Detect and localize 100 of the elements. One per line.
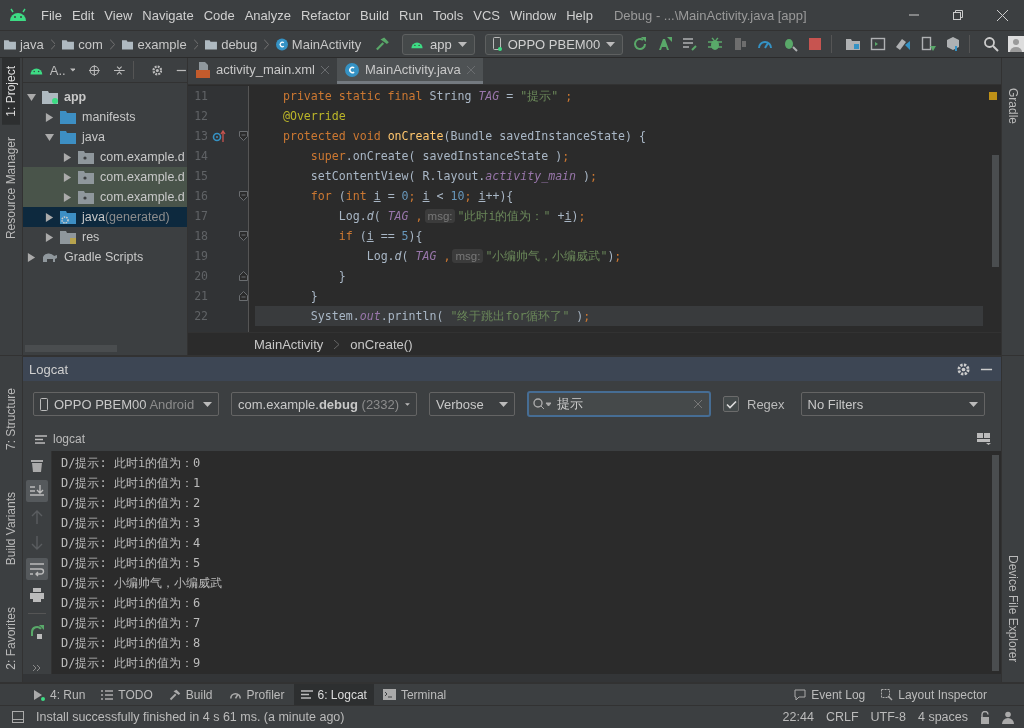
menu-item[interactable]: Refactor bbox=[295, 7, 356, 23]
tool-window-button[interactable]: 6: Logcat bbox=[293, 684, 374, 705]
tool-window-tab[interactable]: 1: Project bbox=[2, 58, 20, 125]
breadcrumb-item[interactable]: MainActivity bbox=[254, 336, 324, 352]
print-icon[interactable] bbox=[29, 587, 45, 603]
search-field[interactable]: 提示 bbox=[527, 391, 711, 417]
status-item[interactable]: CRLF bbox=[825, 710, 859, 724]
tool-window-tab[interactable]: 7: Structure bbox=[2, 380, 20, 459]
tree-item[interactable]: res bbox=[23, 227, 187, 247]
menu-item[interactable]: Edit bbox=[66, 7, 100, 23]
panel-toggle-icon[interactable] bbox=[12, 711, 24, 723]
menu-item[interactable]: VCS bbox=[468, 7, 505, 23]
tree-item[interactable]: manifests bbox=[23, 107, 187, 127]
target-icon[interactable] bbox=[89, 63, 101, 77]
apply-changes-icon[interactable] bbox=[657, 36, 674, 52]
fold-icon[interactable] bbox=[239, 291, 248, 301]
rerun-icon[interactable] bbox=[632, 36, 649, 52]
view-selector[interactable]: A.. bbox=[49, 62, 66, 78]
tool-window-button[interactable]: 4: Run bbox=[26, 684, 93, 705]
scroll-to-end-button[interactable] bbox=[26, 480, 48, 502]
menu-item[interactable]: File bbox=[36, 7, 67, 23]
collapsed-arrow-icon[interactable] bbox=[45, 232, 54, 242]
menu-item[interactable]: Window bbox=[504, 7, 562, 23]
fold-icon[interactable] bbox=[239, 231, 248, 241]
collapsed-arrow-icon[interactable] bbox=[27, 252, 36, 262]
device-dropdown[interactable]: OPPO PBEM00 bbox=[484, 33, 624, 55]
tool-window-tab[interactable]: Build Variants bbox=[2, 484, 20, 574]
expanded-arrow-icon[interactable] bbox=[27, 92, 36, 102]
console-tab[interactable]: logcat bbox=[53, 432, 971, 446]
breadcrumb-item[interactable]: MainActivity bbox=[291, 36, 362, 52]
sdk-manager-icon[interactable] bbox=[920, 36, 937, 52]
warning-marker[interactable] bbox=[989, 92, 997, 100]
tree-item[interactable]: app bbox=[23, 87, 187, 107]
lock-icon[interactable] bbox=[980, 710, 990, 724]
breadcrumb-item[interactable]: debug bbox=[221, 36, 258, 52]
restart-icon[interactable] bbox=[29, 624, 45, 640]
restore-icon[interactable] bbox=[953, 10, 963, 20]
tree-item[interactable]: Gradle Scripts bbox=[23, 247, 187, 267]
menu-item[interactable]: Navigate bbox=[137, 7, 199, 23]
tool-window-button[interactable]: Profiler bbox=[221, 684, 292, 705]
tool-window-button[interactable]: Layout Inspector bbox=[874, 684, 994, 705]
breadcrumb-item[interactable]: onCreate() bbox=[350, 336, 413, 352]
collapse-icon[interactable] bbox=[114, 63, 125, 77]
override-icon[interactable] bbox=[212, 130, 226, 142]
inspector-person-icon[interactable] bbox=[1002, 710, 1014, 724]
process-dropdown[interactable]: com.example.debug (2332) bbox=[231, 392, 417, 416]
hammer-icon[interactable] bbox=[375, 36, 390, 52]
stop-icon[interactable] bbox=[807, 36, 824, 52]
search-icon[interactable] bbox=[982, 36, 999, 52]
collapsed-arrow-icon[interactable] bbox=[63, 172, 72, 182]
menu-item[interactable]: Help bbox=[561, 7, 598, 23]
menu-item[interactable]: View bbox=[99, 7, 138, 23]
collapsed-arrow-icon[interactable] bbox=[63, 192, 72, 202]
menu-item[interactable]: Code bbox=[198, 7, 240, 23]
breadcrumb-item[interactable]: java bbox=[19, 36, 44, 52]
tool-window-button[interactable]: Event Log bbox=[787, 684, 873, 705]
tool-window-button[interactable]: Build bbox=[161, 684, 220, 705]
tool-window-tab[interactable]: 2: Favorites bbox=[2, 599, 20, 678]
tree-item[interactable]: java(generated) bbox=[23, 207, 187, 227]
collapsed-arrow-icon[interactable] bbox=[45, 112, 54, 122]
menu-item[interactable]: Tools bbox=[427, 7, 469, 23]
trash-icon[interactable] bbox=[29, 457, 45, 473]
run-config-dropdown[interactable]: app bbox=[401, 33, 475, 55]
settings-icon[interactable] bbox=[957, 362, 970, 376]
status-item[interactable]: UTF-8 bbox=[870, 710, 906, 724]
breadcrumb-item[interactable]: com bbox=[78, 36, 103, 52]
expanded-arrow-icon[interactable] bbox=[45, 132, 54, 142]
scrollbar[interactable] bbox=[992, 155, 999, 267]
avatar-icon[interactable] bbox=[1007, 36, 1024, 52]
editor-tab[interactable]: activity_main.xml bbox=[188, 58, 337, 84]
status-item[interactable]: 4 spaces bbox=[917, 710, 968, 724]
screen-icon[interactable] bbox=[870, 36, 887, 52]
collapsed-arrow-icon[interactable] bbox=[45, 212, 54, 222]
settings-icon[interactable] bbox=[151, 63, 163, 77]
clear-icon[interactable] bbox=[694, 400, 702, 408]
collapsed-arrow-icon[interactable] bbox=[63, 152, 72, 162]
tree-item[interactable]: com.example.d bbox=[23, 187, 187, 207]
more-icon[interactable] bbox=[32, 664, 42, 672]
filter-dropdown[interactable]: No Filters bbox=[800, 392, 985, 416]
tool-window-tab[interactable]: Device File Explorer bbox=[1004, 546, 1022, 670]
fold-icon[interactable] bbox=[239, 131, 248, 141]
project-structure-icon[interactable] bbox=[845, 36, 862, 52]
debug-icon[interactable] bbox=[707, 36, 724, 52]
status-item[interactable]: 22:44 bbox=[782, 710, 814, 724]
apply-code-changes-icon[interactable] bbox=[682, 36, 699, 52]
tree-item[interactable]: com.example.d bbox=[23, 167, 187, 187]
menu-item[interactable]: Build bbox=[355, 7, 394, 23]
layout-icon[interactable] bbox=[977, 433, 991, 445]
tool-window-tab[interactable]: Gradle bbox=[1004, 80, 1022, 133]
menu-item[interactable]: Run bbox=[394, 7, 428, 23]
regex-checkbox[interactable] bbox=[723, 396, 739, 412]
tool-window-tab[interactable]: Resource Manager bbox=[2, 128, 20, 247]
tree-item[interactable]: java bbox=[23, 127, 187, 147]
box-icon[interactable] bbox=[945, 36, 962, 52]
fold-icon[interactable] bbox=[239, 191, 248, 201]
scrollbar[interactable] bbox=[992, 455, 999, 671]
editor-tab[interactable]: MainActivity.java bbox=[336, 58, 483, 84]
tool-window-button[interactable]: TODO bbox=[94, 684, 160, 705]
tool-window-button[interactable]: Terminal bbox=[375, 684, 454, 705]
menu-item[interactable]: Analyze bbox=[239, 7, 296, 23]
